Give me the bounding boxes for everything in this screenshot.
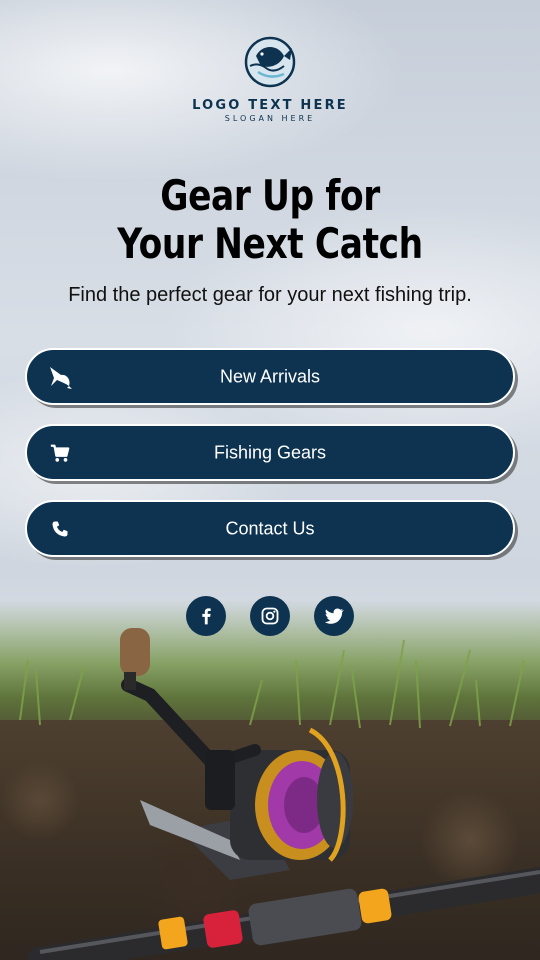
headline: Gear Up for Your Next Catch [49, 172, 492, 268]
subheadline: Find the perfect gear for your next fish… [68, 284, 472, 306]
headline-line-1: Gear Up for [160, 171, 380, 220]
facebook-icon [202, 608, 211, 625]
instagram-button[interactable] [250, 596, 290, 636]
facebook-button[interactable] [186, 596, 226, 636]
new-arrivals-label: New Arrivals [219, 366, 321, 386]
fishing-gears-label: Fishing Gears [213, 442, 327, 462]
fishing-gears-button[interactable]: Fishing Gears [25, 424, 515, 481]
logo-text: LOGO TEXT HERE [192, 98, 348, 113]
new-arrivals-button[interactable]: New Arrivals [25, 348, 515, 405]
contact-us-button[interactable]: Contact Us [25, 500, 515, 557]
fishing-reel-photo [19, 628, 540, 960]
contact-us-label: Contact Us [225, 518, 315, 538]
leaping-fish-icon [244, 36, 296, 88]
twitter-icon [324, 608, 345, 624]
twitter-button[interactable] [314, 596, 354, 636]
instagram-icon [261, 607, 279, 625]
headline-line-2: Your Next Catch [117, 219, 423, 268]
brand-logo: LOGO TEXT HERE SLOGAN HERE [0, 36, 540, 123]
slogan-text: SLOGAN HERE [224, 114, 316, 123]
